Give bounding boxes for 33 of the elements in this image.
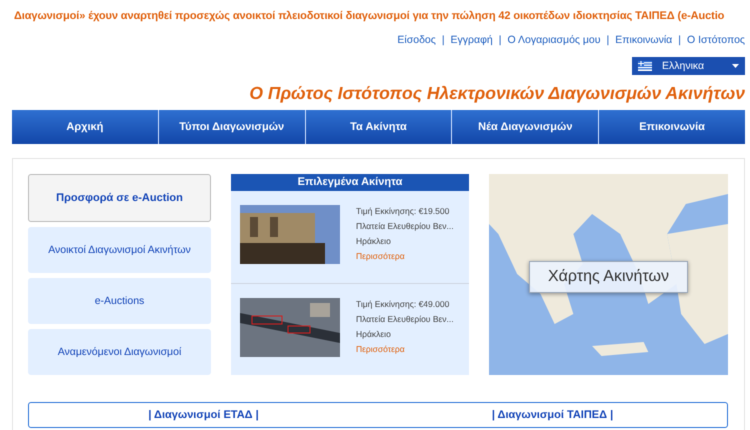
separator: | <box>678 34 681 46</box>
side-menu-item[interactable]: Προσφορά σε e-Auction <box>28 174 211 222</box>
address-text: Πλατεία Ελευθερίου Βεν... <box>356 314 454 324</box>
nav-item[interactable]: Τύποι Διαγωνισμών <box>158 110 306 144</box>
separator: | <box>606 34 610 46</box>
news-ticker: Διαγωνισμοί» έχουν αναρτηθεί προσεχώς ανοικτοί πλειοδοτικοί διαγωνισμοί για την πώληση 42 οικοπέδων ιδιοκτησίας ΤΑΙΠΕΔ (e-Auctio <box>13 9 726 24</box>
top-link[interactable]: Επικοινωνία <box>615 34 672 46</box>
top-link[interactable]: Εγγραφή <box>450 34 493 46</box>
bottom-link[interactable]: | Διαγωνισμοί ΤΑΙΠΕΔ | <box>378 403 727 427</box>
nav-item[interactable]: Επικοινωνία <box>599 110 745 144</box>
nav-item[interactable]: Νέα Διαγωνισμών <box>452 110 600 144</box>
top-link[interactable]: Είσοδος <box>397 34 436 46</box>
price-text: Τιμή Εκκίνησης: €19.500 <box>356 206 450 216</box>
caret-icon <box>732 64 739 68</box>
separator: | <box>498 34 502 46</box>
city-text: Ηράκλειο <box>356 328 392 338</box>
language-dropdown[interactable]: Ελληνικα <box>632 57 745 75</box>
featured-title: Επιλεγμένα Ακίνητα <box>231 174 469 191</box>
map-link[interactable]: Χάρτης Ακινήτων <box>529 260 688 292</box>
price-text: Τιμή Εκκίνησης: €49.000 <box>356 298 450 308</box>
address-text: Πλατεία Ελευθερίου Βεν... <box>356 221 454 231</box>
side-menu-item[interactable]: Ανοικτοί Διαγωνισμοί Ακινήτων <box>28 227 211 273</box>
side-menu-item[interactable]: Αναμενόμενοι Διαγωνισμοί <box>28 329 211 375</box>
nav-item[interactable]: Τα Ακίνητα <box>306 110 452 144</box>
flag-icon <box>638 61 652 71</box>
top-link[interactable]: Ο Λογαριασμός μου <box>507 34 601 46</box>
nav-item[interactable]: Αρχική <box>12 110 159 144</box>
city-text: Ηράκλειο <box>356 236 392 246</box>
bottom-link[interactable]: | Διαγωνισμοί ΕΤΑΔ | <box>29 403 378 427</box>
side-menu-item[interactable]: e-Auctions <box>28 278 211 324</box>
site-slogan: Ο Πρώτος Ιστότοπος Ηλεκτρονικών Διαγωνισμών Ακινήτων <box>248 82 746 105</box>
top-link[interactable]: Ο Ιστότοπος <box>686 34 745 46</box>
separator: | <box>442 34 445 46</box>
